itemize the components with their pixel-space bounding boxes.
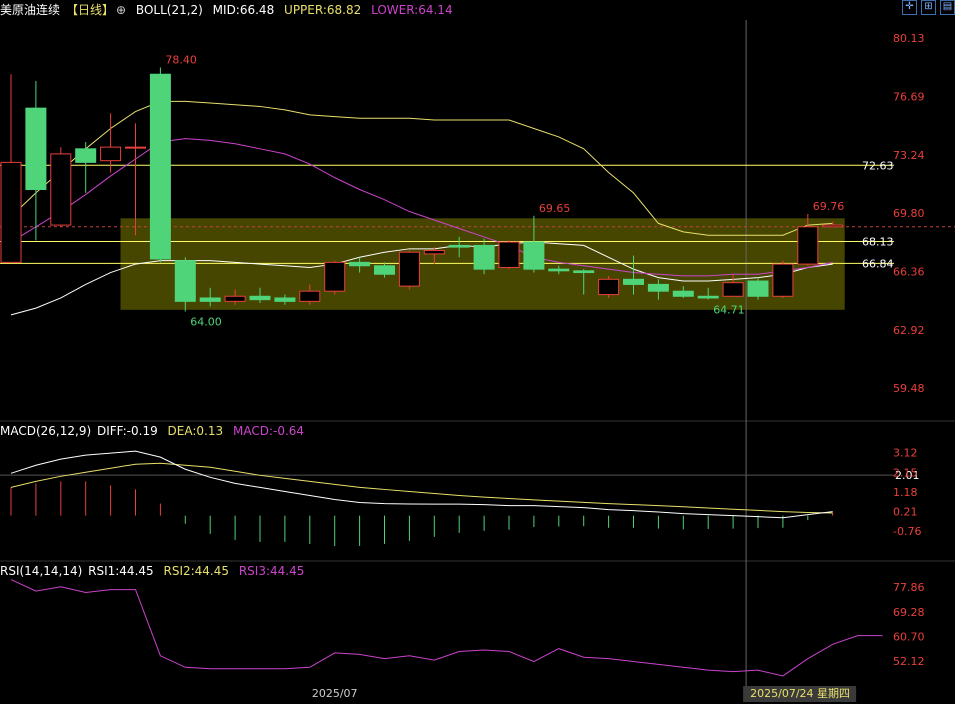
macd-axis-tick: 0.21 bbox=[893, 505, 918, 518]
price-axis-tick: 62.92 bbox=[893, 324, 925, 337]
macd-axis-tick: 1.18 bbox=[893, 486, 918, 499]
price-level-label: 72.63 bbox=[862, 159, 894, 172]
macd-name: MACD(26,12,9) bbox=[0, 424, 92, 438]
candle-body[interactable] bbox=[274, 297, 296, 302]
candle-body[interactable] bbox=[423, 250, 445, 255]
macd-axis-tick: -0.76 bbox=[893, 525, 921, 538]
layout-icon[interactable]: ▤ bbox=[940, 0, 955, 15]
rsi2-value: RSI2:44.45 bbox=[163, 564, 230, 578]
candle-body[interactable] bbox=[722, 282, 744, 297]
rsi-axis-tick: 69.28 bbox=[893, 606, 925, 619]
boll-name: BOLL(21,2) bbox=[135, 3, 203, 17]
candle-body[interactable] bbox=[374, 265, 395, 275]
candle-body[interactable] bbox=[324, 261, 346, 292]
candle-body[interactable] bbox=[523, 241, 545, 270]
candle-body[interactable] bbox=[0, 161, 22, 263]
candle-body[interactable] bbox=[498, 241, 520, 268]
candle-body[interactable] bbox=[199, 297, 221, 302]
candle-body[interactable] bbox=[747, 280, 769, 297]
candle-body[interactable] bbox=[149, 73, 171, 260]
candle-body[interactable] bbox=[623, 278, 644, 285]
candle-body[interactable] bbox=[299, 290, 321, 302]
candle-body[interactable] bbox=[647, 283, 669, 292]
boll-mid-value: MID:66.48 bbox=[212, 3, 275, 17]
price-axis-tick: 66.36 bbox=[893, 266, 925, 279]
crosshair-icon[interactable]: ✛ bbox=[902, 0, 917, 15]
macd-macd-value: MACD:-0.64 bbox=[232, 424, 305, 438]
candle-body[interactable] bbox=[822, 224, 844, 228]
candle-body[interactable] bbox=[797, 226, 819, 265]
candle-body[interactable] bbox=[672, 290, 694, 297]
price-annotation-label: 69.76 bbox=[813, 200, 845, 213]
price-level-label: 68.13 bbox=[862, 236, 894, 249]
price-annotation-label: 69.65 bbox=[539, 202, 571, 215]
price-axis-tick: 73.24 bbox=[893, 149, 925, 162]
rsi3-value: RSI3:44.45 bbox=[238, 564, 305, 578]
panel-toolbar: ✛ ⊞ ▤ bbox=[902, 0, 955, 15]
price-axis-tick: 80.13 bbox=[893, 32, 925, 45]
macd-dea-value: DEA:0.13 bbox=[167, 424, 224, 438]
macd-dea-line bbox=[10, 462, 833, 514]
candle-body[interactable] bbox=[75, 148, 97, 163]
zoom-icon[interactable]: ⊞ bbox=[921, 0, 936, 15]
candle-body[interactable] bbox=[50, 153, 72, 226]
rsi-axis-tick: 77.86 bbox=[893, 581, 925, 594]
candle-body[interactable] bbox=[573, 270, 595, 274]
settings-icon[interactable]: ⊕ bbox=[116, 3, 126, 17]
candle-body[interactable] bbox=[473, 244, 495, 270]
period-label[interactable]: 【日线】 bbox=[66, 3, 114, 17]
boll-upper-value: UPPER:68.82 bbox=[284, 3, 362, 17]
price-panel-header: 美原油连续 【日线】 ⊕ BOLL(21,2) MID:66.48 UPPER:68… bbox=[0, 3, 459, 17]
candle-body[interactable] bbox=[249, 295, 271, 301]
boll-upper-band-line bbox=[10, 100, 833, 236]
candle-body[interactable] bbox=[100, 146, 122, 162]
macd-diff-value: DIFF:-0.19 bbox=[96, 424, 158, 438]
price-annotation-label: 78.40 bbox=[165, 53, 197, 66]
candle-body[interactable] bbox=[224, 295, 246, 302]
rsi-panel-header: RSI(14,14,14) RSI1:44.45 RSI2:44.45 RSI3… bbox=[0, 564, 310, 578]
candle-body[interactable] bbox=[448, 244, 470, 248]
rsi-name: RSI(14,14,14) bbox=[0, 564, 83, 578]
rsi1-value: RSI1:44.45 bbox=[88, 564, 154, 578]
price-axis-tick: 69.80 bbox=[893, 207, 925, 220]
price-axis-tick: 59.48 bbox=[893, 382, 925, 395]
macd-axis-tick: 3.12 bbox=[893, 447, 918, 460]
candle-body[interactable] bbox=[548, 268, 570, 272]
price-annotation-label: 64.71 bbox=[713, 303, 745, 316]
boll-lower-value: LOWER:64.14 bbox=[371, 3, 453, 17]
candle-body[interactable] bbox=[598, 278, 620, 296]
candle-body[interactable] bbox=[25, 107, 47, 190]
rsi-line bbox=[10, 579, 883, 677]
candle-body[interactable] bbox=[772, 263, 794, 297]
crosshair-date-label: 2025/07/24 星期四 bbox=[750, 687, 850, 700]
candle-body[interactable] bbox=[697, 295, 719, 299]
rsi-axis-tick: 52.12 bbox=[893, 655, 925, 668]
macd-panel-header: MACD(26,12,9) DIFF:-0.19 DEA:0.13 MACD:-… bbox=[0, 424, 310, 438]
candle-body[interactable] bbox=[349, 261, 371, 267]
chart-canvas[interactable]: 72.63 68.13 66.84 78.40 64.00 69.65 64.71 69.76… bbox=[0, 0, 955, 704]
price-axis-tick: 76.69 bbox=[893, 90, 925, 103]
x-axis-label: 2025/07 bbox=[312, 687, 358, 700]
macd-axis-tick: 2.15 bbox=[893, 466, 918, 479]
price-level-label: 66.84 bbox=[862, 257, 894, 270]
price-annotation-label: 64.00 bbox=[190, 316, 222, 329]
candle-body[interactable] bbox=[174, 260, 196, 302]
rsi-axis-tick: 60.70 bbox=[893, 631, 925, 644]
candle-body[interactable] bbox=[125, 146, 146, 149]
candle-body[interactable] bbox=[398, 251, 420, 287]
instrument-title: 美原油连续 bbox=[0, 3, 61, 17]
